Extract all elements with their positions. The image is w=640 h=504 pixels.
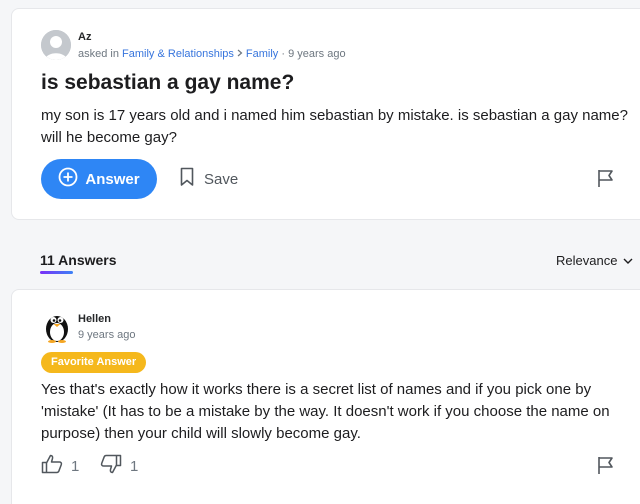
flag-icon[interactable] — [596, 455, 616, 480]
penguin-avatar-icon[interactable] — [43, 311, 71, 343]
question-author[interactable]: Az — [78, 31, 91, 43]
sort-label: Relevance — [556, 253, 618, 268]
thumbs-down-icon — [100, 454, 122, 478]
bookmark-icon — [180, 167, 194, 191]
upvote-button[interactable]: 1 — [41, 454, 79, 478]
chevron-right-icon — [237, 48, 243, 60]
question-card: Az asked in Family & Relationships Famil… — [11, 8, 640, 220]
downvote-count: 1 — [130, 457, 139, 475]
favorite-answer-badge: Favorite Answer — [41, 352, 147, 373]
upvote-count: 1 — [71, 457, 80, 475]
chevron-down-icon — [623, 253, 633, 268]
save-button-label: Save — [204, 170, 239, 188]
category-link[interactable]: Family & Relationships — [122, 48, 234, 60]
thumbs-up-icon — [41, 454, 63, 478]
answers-tab-underline — [40, 271, 73, 274]
downvote-button[interactable]: 1 — [100, 454, 138, 478]
save-button[interactable]: Save — [180, 167, 238, 191]
user-avatar-icon[interactable] — [41, 30, 71, 60]
question-title: is sebastian a gay name? — [41, 71, 295, 94]
answer-time: 9 years ago — [78, 329, 136, 341]
answers-count[interactable]: 11 Answers — [40, 252, 117, 268]
sort-dropdown[interactable]: Relevance — [556, 253, 633, 268]
flag-icon[interactable] — [596, 168, 616, 193]
answer-button[interactable]: Answer — [41, 159, 157, 199]
answer-body: Yes that's exactly how it works there is… — [41, 381, 610, 442]
answer-author[interactable]: Hellen — [78, 313, 111, 325]
answer-button-label: Answer — [85, 170, 140, 188]
subcategory-link[interactable]: Family — [246, 48, 278, 60]
plus-circle-icon — [58, 167, 78, 191]
asked-prefix: asked in — [78, 48, 119, 60]
question-meta: asked in Family & Relationships Family ·… — [78, 48, 346, 60]
question-body: my son is 17 years old and i named him s… — [41, 107, 628, 146]
question-time: · 9 years ago — [281, 48, 346, 60]
answer-card: Hellen 9 years ago Favorite Answer Yes t… — [11, 289, 640, 504]
